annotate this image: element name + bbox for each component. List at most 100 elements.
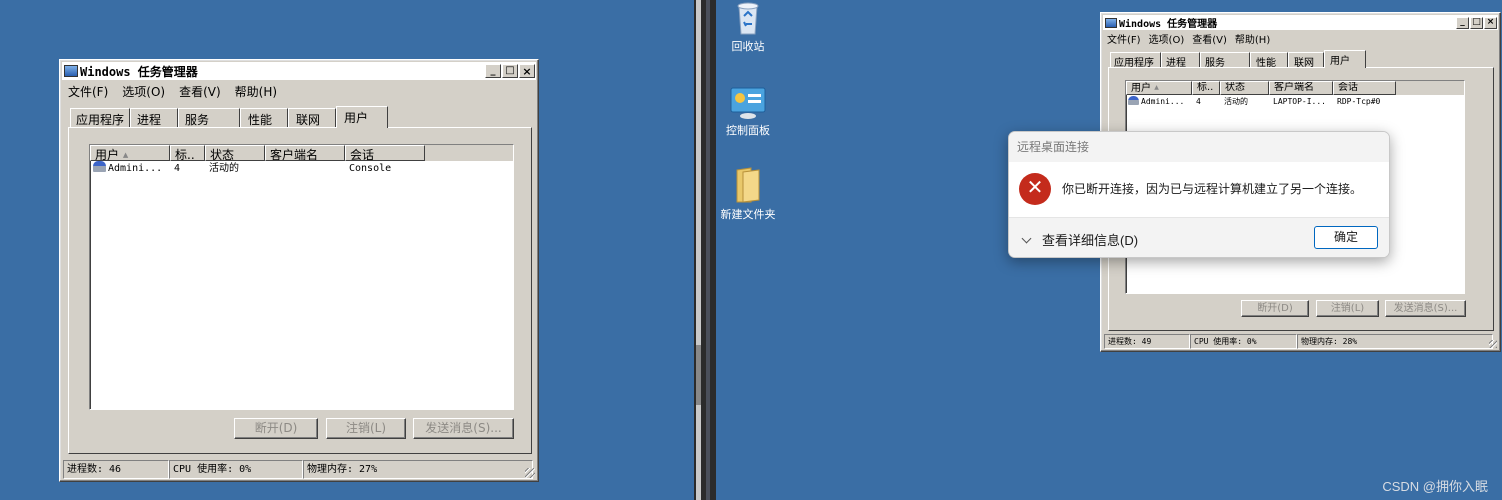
window-title: Windows 任务管理器	[80, 64, 198, 79]
cell-user: Admini...	[90, 161, 170, 177]
ok-button[interactable]: 确定	[1314, 226, 1378, 249]
column-id[interactable]: 标..	[170, 145, 205, 161]
title-bar[interactable]: Windows 任务管理器 _ □ ×	[1103, 15, 1498, 30]
cell-status: 活动的	[209, 163, 239, 174]
menu-bar: 文件(F) 选项(O) 查看(V) 帮助(H)	[1107, 31, 1270, 46]
dialog-title[interactable]: 远程桌面连接	[1009, 132, 1389, 162]
resize-grip[interactable]	[1489, 340, 1497, 348]
desktop-icon-recycle-bin[interactable]: 回收站	[716, 0, 780, 54]
recycle-bin-icon	[737, 2, 759, 35]
menu-help[interactable]: 帮助(H)	[235, 83, 277, 100]
column-status[interactable]: 状态	[205, 145, 265, 161]
dialog-footer: 查看详细信息(D) 确定	[1009, 217, 1389, 257]
tab-panel: 用户 ▲ 标.. 状态 客户端名 会话 Admini... 4 活动的 Cons…	[68, 127, 532, 454]
logoff-button[interactable]: 注销(L)	[326, 418, 406, 439]
desktop-icon-new-folder[interactable]: 新建文件夹	[716, 166, 780, 222]
dialog-body: ✕ 你已断开连接，因为已与远程计算机建立了另一个连接。	[1009, 162, 1389, 217]
resize-grip[interactable]	[525, 468, 535, 478]
tab-services[interactable]: 服务	[178, 108, 240, 128]
tab-strip: 应用程序 进程 服务 性能 联网 用户	[1110, 50, 1366, 69]
column-id[interactable]: 标..	[1192, 81, 1220, 95]
show-details-label: 查看详细信息(D)	[1042, 233, 1139, 248]
task-manager-icon	[1105, 17, 1117, 28]
tab-networking[interactable]: 联网	[288, 108, 336, 128]
window-title: Windows 任务管理器	[1119, 19, 1218, 30]
show-details-toggle[interactable]: 查看详细信息(D)	[1021, 230, 1139, 249]
menu-options[interactable]: 选项(O)	[1149, 31, 1185, 46]
tab-users[interactable]: 用户	[1324, 50, 1366, 68]
maximize-button[interactable]: □	[502, 64, 518, 78]
minimize-button[interactable]: _	[1456, 16, 1469, 29]
sort-ascending-icon: ▲	[1154, 84, 1159, 91]
menu-file[interactable]: 文件(F)	[68, 83, 108, 100]
cell-client-name	[265, 161, 345, 177]
logoff-button[interactable]: 注销(L)	[1316, 300, 1379, 317]
tab-networking[interactable]: 联网	[1288, 52, 1324, 69]
table-row[interactable]: Admini... 4 活动的 Console	[90, 161, 513, 177]
desktop-icon-control-panel[interactable]: 控制面板	[716, 86, 780, 138]
scrollbar-thumb[interactable]	[696, 345, 701, 405]
tab-services[interactable]: 服务	[1200, 52, 1250, 69]
control-panel-icon	[730, 87, 766, 119]
tab-performance[interactable]: 性能	[240, 108, 288, 128]
cell-session: Console	[349, 163, 392, 174]
task-manager-icon	[64, 65, 78, 77]
task-manager-window-left: Windows 任务管理器 _ □ × 文件(F) 选项(O) 查看(V) 帮助…	[59, 59, 539, 482]
cell-status: 活动的	[1224, 97, 1248, 106]
column-user[interactable]: 用户 ▲	[1126, 81, 1192, 95]
chevron-down-icon	[1021, 233, 1032, 244]
tab-applications[interactable]: 应用程序	[1110, 52, 1161, 69]
cell-session: RDP-Tcp#0	[1337, 97, 1381, 106]
status-memory: 物理内存: 27%	[303, 460, 533, 479]
disconnect-button[interactable]: 断开(D)	[1241, 300, 1309, 317]
disconnect-button[interactable]: 断开(D)	[234, 418, 318, 439]
watermark: CSDN @拥你入眠	[1382, 479, 1488, 494]
sort-ascending-icon: ▲	[122, 151, 129, 159]
column-client-name[interactable]: 客户端名	[265, 145, 345, 161]
tab-applications[interactable]: 应用程序	[70, 108, 130, 128]
user-list[interactable]: 用户 ▲ 标.. 状态 客户端名 会话 Admini... 4 活动的 Cons…	[89, 144, 514, 410]
cell-user: Admini...	[1126, 95, 1192, 108]
desktop-icon-label: 新建文件夹	[720, 208, 776, 221]
menu-file[interactable]: 文件(F)	[1107, 31, 1141, 46]
status-cpu-usage: CPU 使用率: 0%	[169, 460, 303, 479]
tab-performance[interactable]: 性能	[1250, 52, 1288, 69]
send-message-button[interactable]: 发送消息(S)...	[413, 418, 514, 439]
status-cpu-usage: CPU 使用率: 0%	[1190, 334, 1297, 349]
tab-processes[interactable]: 进程	[130, 108, 178, 128]
cell-id: 4	[174, 163, 181, 174]
window-divider	[694, 0, 716, 500]
column-user[interactable]: 用户 ▲	[90, 145, 170, 161]
status-process-count: 进程数: 49	[1104, 334, 1190, 349]
menu-bar: 文件(F) 选项(O) 查看(V) 帮助(H)	[68, 83, 277, 100]
list-header: 用户 ▲ 标.. 状态 客户端名 会话	[1126, 81, 1464, 95]
tab-users[interactable]: 用户	[336, 106, 388, 128]
maximize-button[interactable]: □	[1470, 16, 1483, 29]
tab-strip: 应用程序 进程 服务 性能 联网 用户	[70, 106, 388, 128]
scrollbar-track[interactable]	[696, 0, 701, 500]
user-icon	[93, 161, 106, 172]
minimize-button[interactable]: _	[485, 64, 501, 78]
menu-view[interactable]: 查看(V)	[1192, 31, 1227, 46]
cell-id: 4	[1196, 97, 1201, 106]
menu-help[interactable]: 帮助(H)	[1235, 31, 1270, 46]
column-session[interactable]: 会话	[1333, 81, 1396, 95]
close-button[interactable]: ×	[1484, 16, 1497, 29]
dialog-message: 你已断开连接，因为已与远程计算机建立了另一个连接。	[1062, 182, 1363, 196]
column-session[interactable]: 会话	[345, 145, 425, 161]
title-bar[interactable]: Windows 任务管理器 _ □ ×	[62, 62, 536, 80]
tab-processes[interactable]: 进程	[1161, 52, 1200, 69]
menu-options[interactable]: 选项(O)	[122, 83, 165, 100]
close-button[interactable]: ×	[519, 64, 535, 78]
error-icon: ✕	[1019, 173, 1051, 205]
send-message-button[interactable]: 发送消息(S)...	[1385, 300, 1466, 317]
desktop-icon-label: 回收站	[731, 40, 765, 53]
table-row[interactable]: Admini... 4 活动的 LAPTOP-I... RDP-Tcp#0	[1126, 95, 1464, 108]
left-remote-desktop: Windows 任务管理器 _ □ × 文件(F) 选项(O) 查看(V) 帮助…	[0, 0, 694, 500]
rdp-error-dialog: 远程桌面连接 ✕ 你已断开连接，因为已与远程计算机建立了另一个连接。 查看详细信…	[1008, 131, 1390, 258]
user-icon	[1128, 96, 1139, 105]
menu-view[interactable]: 查看(V)	[179, 83, 221, 100]
column-client-name[interactable]: 客户端名	[1269, 81, 1333, 95]
column-status[interactable]: 状态	[1220, 81, 1269, 95]
folder-icon	[736, 167, 760, 203]
